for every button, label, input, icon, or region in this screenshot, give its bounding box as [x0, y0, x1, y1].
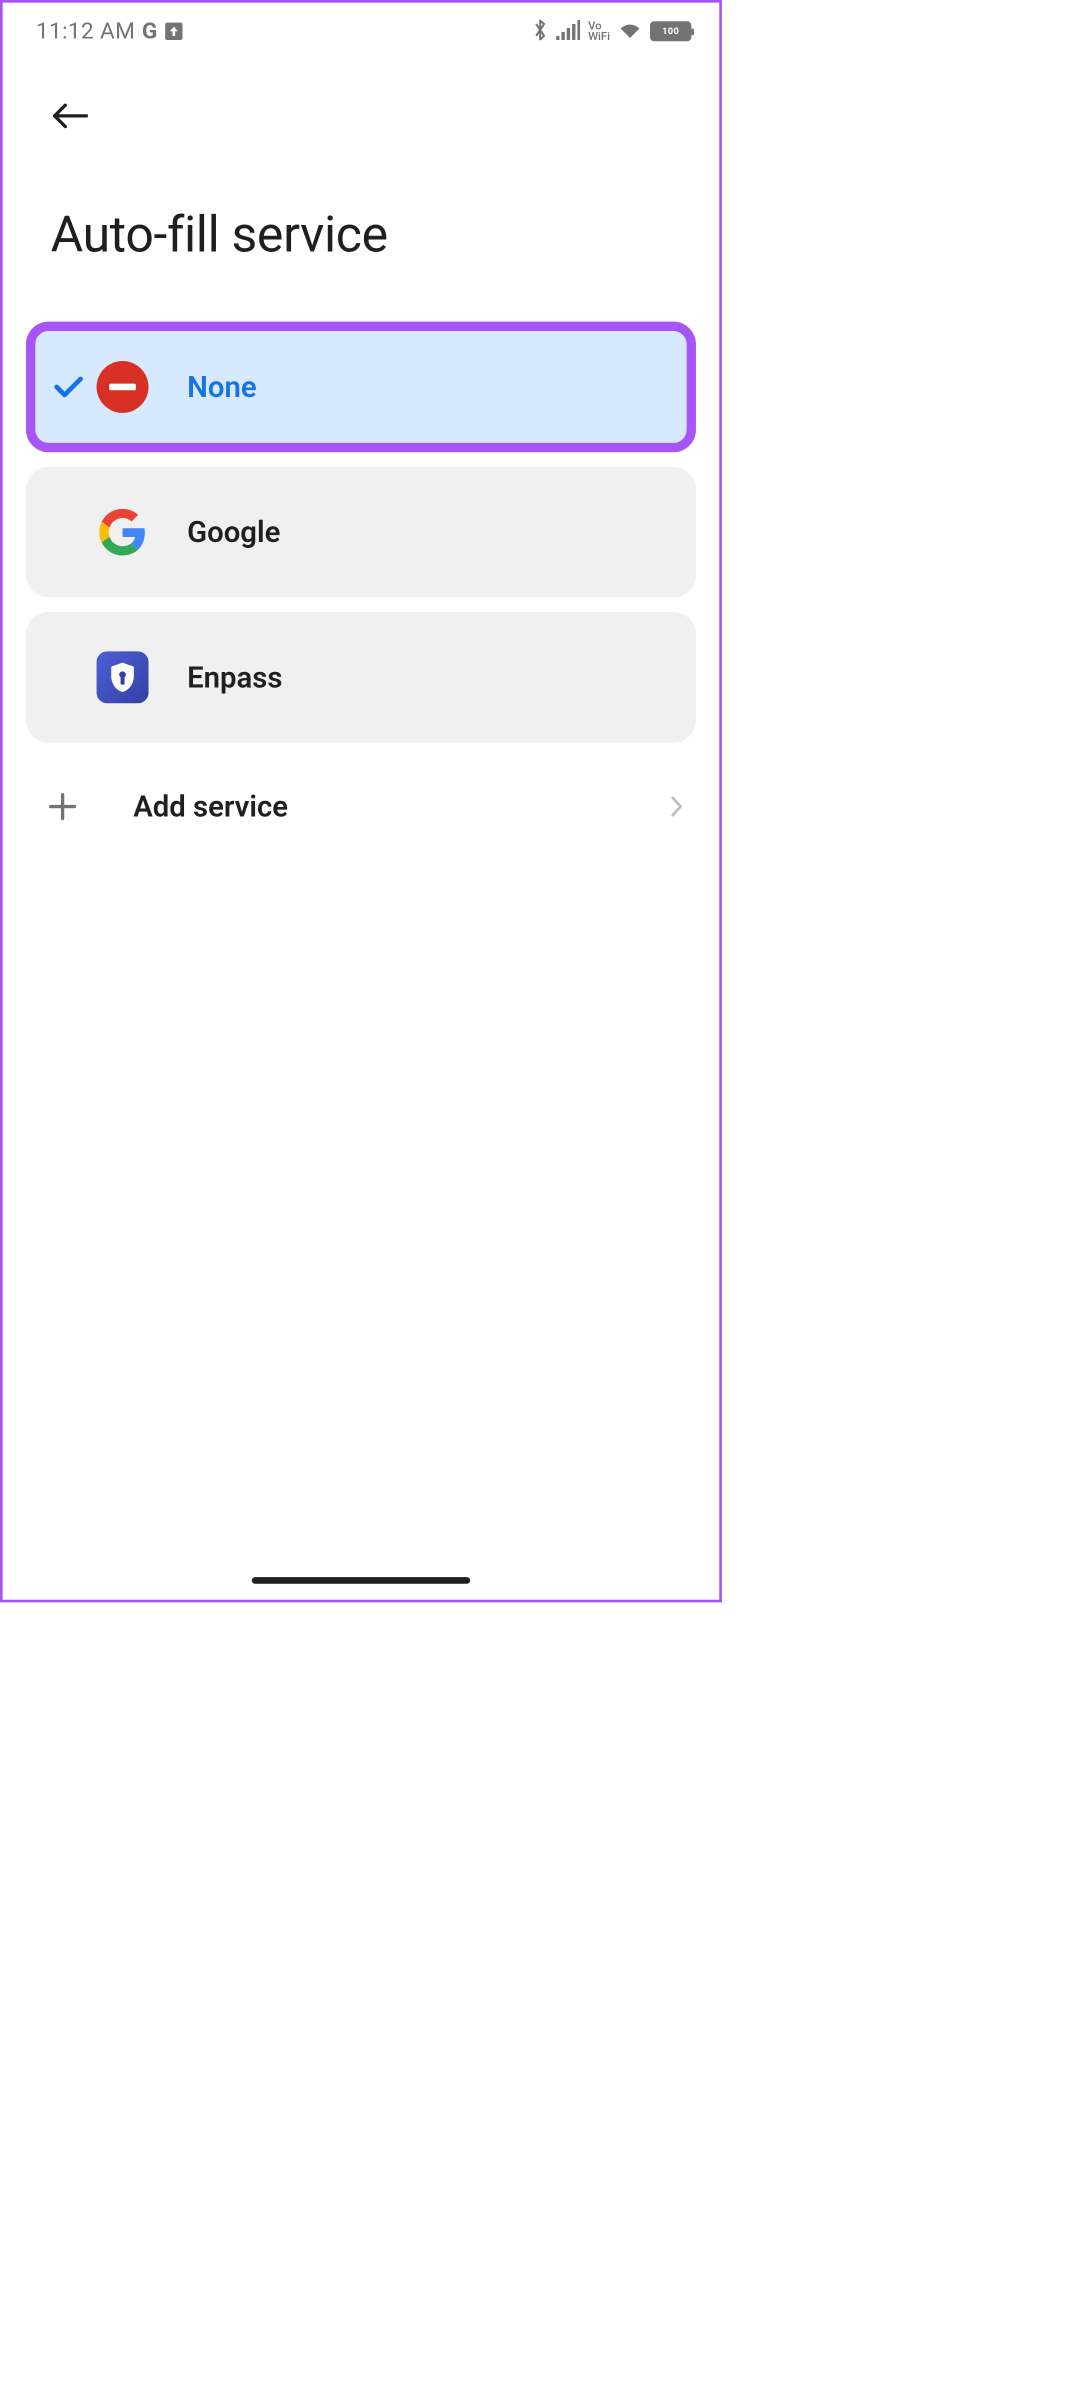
option-google[interactable]: Google	[26, 467, 696, 598]
header: Auto-fill service	[3, 55, 720, 265]
option-label: Enpass	[187, 660, 282, 695]
status-left: 11:12 AM G	[36, 18, 183, 45]
bluetooth-icon	[532, 18, 548, 45]
option-enpass[interactable]: Enpass	[26, 612, 696, 743]
back-button[interactable]	[51, 96, 91, 136]
back-arrow-icon	[51, 103, 88, 130]
option-label: None	[187, 370, 256, 405]
chevron-right-icon	[663, 793, 690, 820]
g-indicator-icon: G	[142, 18, 157, 45]
battery-level: 100	[662, 26, 679, 37]
option-label: Google	[187, 515, 280, 550]
none-icon	[97, 361, 149, 413]
google-icon	[97, 506, 149, 558]
status-bar: 11:12 AM G VoWiFi 100	[3, 3, 720, 55]
battery-icon: 100	[650, 21, 691, 41]
vowifi-icon: VoWiFi	[588, 21, 610, 42]
status-time: 11:12 AM	[36, 18, 135, 45]
status-right: VoWiFi 100	[532, 18, 691, 45]
option-none[interactable]: None	[26, 322, 696, 453]
plus-icon	[45, 789, 80, 824]
add-service-label: Add service	[133, 789, 663, 824]
add-service-row[interactable]: Add service	[3, 749, 720, 836]
upload-icon	[165, 23, 182, 40]
page-title: Auto-fill service	[51, 206, 673, 265]
options-list: None Google Enpass	[3, 264, 720, 742]
signal-icon	[556, 20, 580, 43]
home-indicator[interactable]	[252, 1577, 470, 1584]
check-icon	[46, 375, 91, 399]
enpass-icon	[97, 651, 149, 703]
wifi-icon	[618, 21, 642, 42]
